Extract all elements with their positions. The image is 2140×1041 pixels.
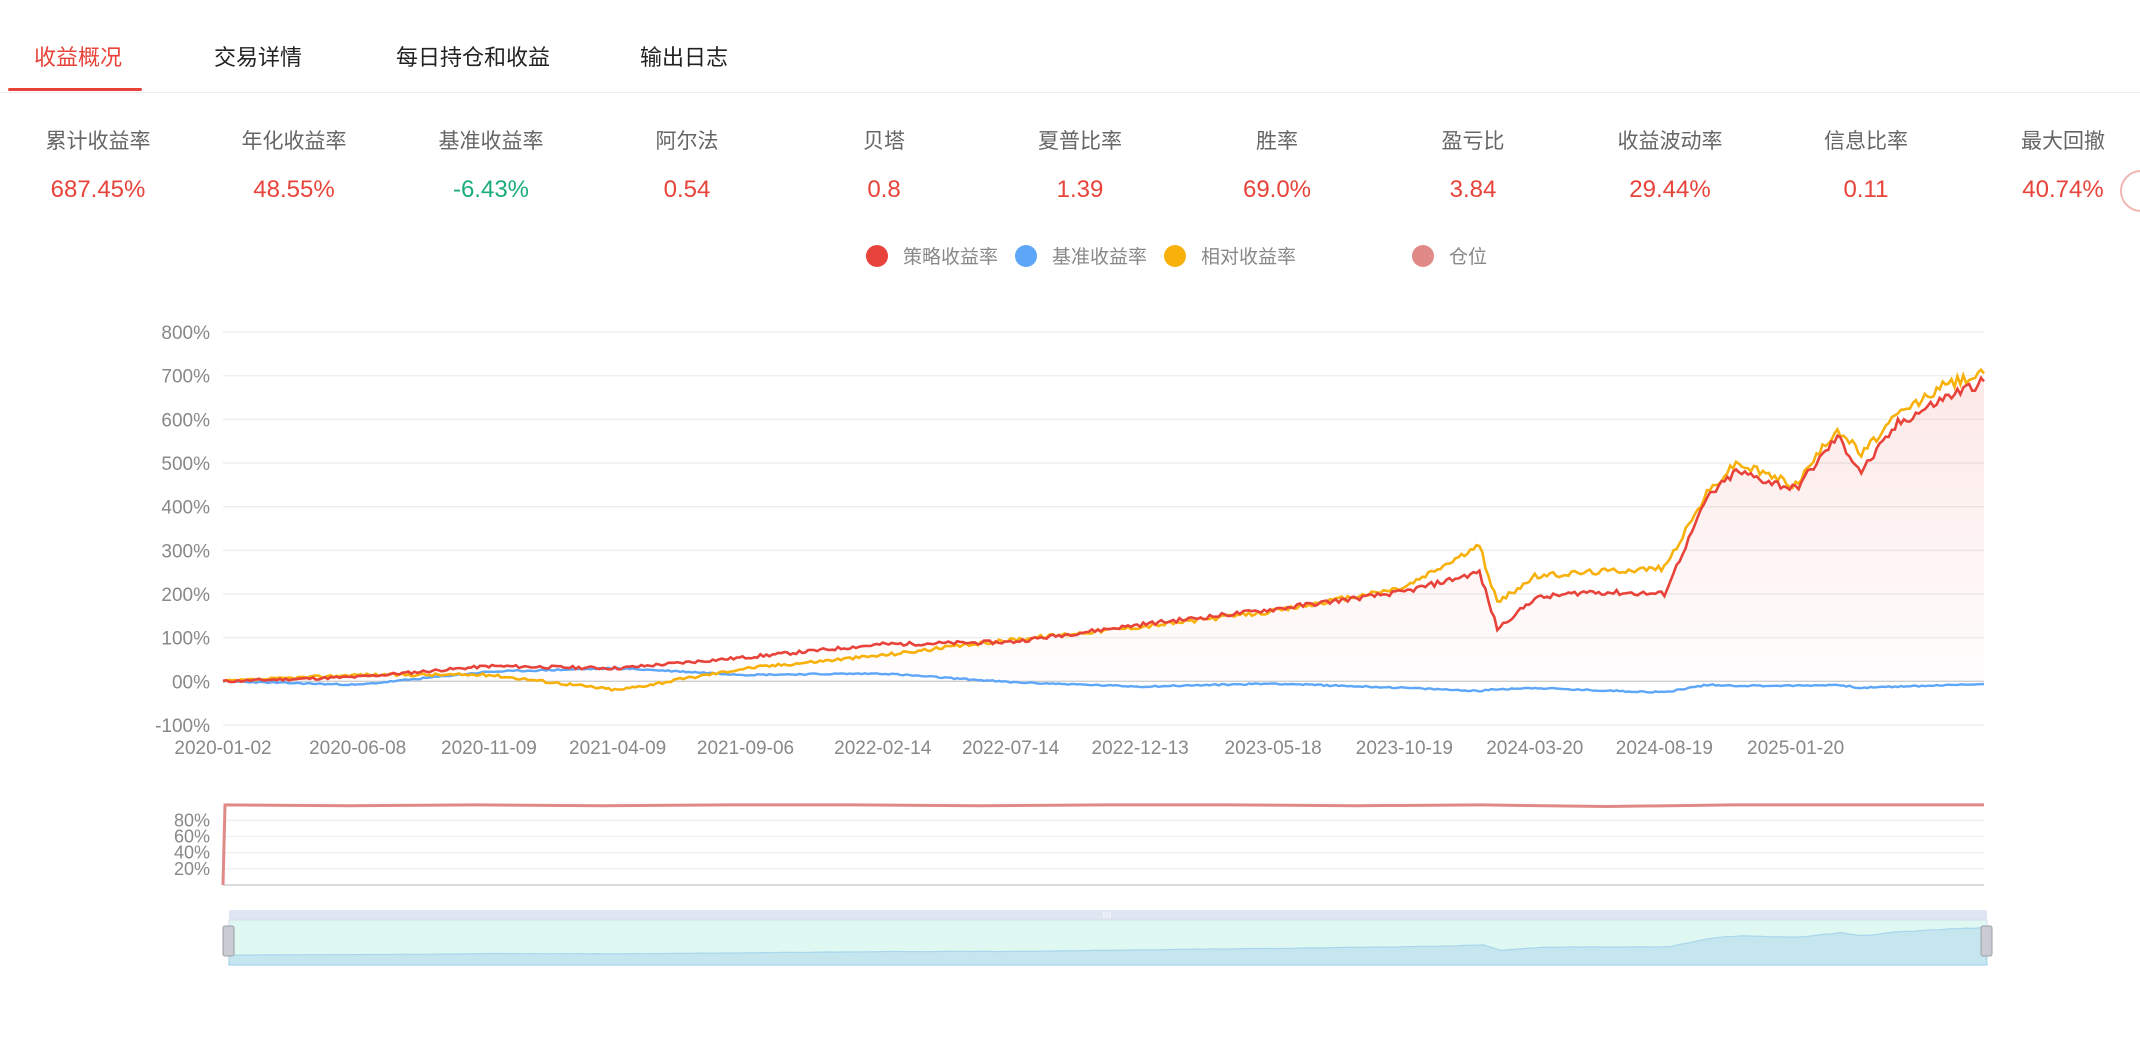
- y-tick-label: 100%: [161, 629, 210, 650]
- zoom-slider-top-bar: [229, 910, 1987, 920]
- x-tick-label: 2021-09-06: [697, 738, 794, 759]
- x-tick-label: 2020-11-09: [441, 738, 537, 759]
- y-tick-label: 700%: [161, 367, 210, 388]
- y-tick-label: 00%: [172, 672, 210, 693]
- x-tick-label: 2025-01-20: [1747, 738, 1844, 759]
- zoom-handle-right[interactable]: [1980, 925, 1993, 957]
- x-tick-label: 2020-06-08: [309, 738, 406, 759]
- x-tick-label: 2021-04-09: [569, 738, 666, 759]
- x-tick-label: 2022-12-13: [1092, 738, 1189, 759]
- strategy-area: [223, 377, 1984, 683]
- x-tick-label: 2020-01-02: [174, 738, 271, 759]
- returns-chart: 800% 700% 600% 500% 400% 300% 200% 100% 00% -100%…: [155, 323, 1993, 966]
- series-line-position: [221, 803, 1984, 886]
- y-tick-label: 600%: [161, 410, 210, 431]
- x-tick-label: 2024-08-19: [1616, 738, 1713, 759]
- zoom-handle-left[interactable]: [222, 925, 235, 957]
- y-tick-label: 500%: [161, 454, 210, 475]
- y-tick-label: 200%: [161, 585, 210, 606]
- x-tick-label: 2024-03-20: [1486, 738, 1583, 759]
- y-tick-label: 400%: [161, 498, 210, 519]
- y-tick-label: -100%: [155, 716, 210, 737]
- y-tick-label: 800%: [161, 323, 210, 344]
- x-tick-label: 2023-05-18: [1225, 738, 1322, 759]
- y-tick-label: 20%: [174, 859, 210, 879]
- x-tick-label: 2022-07-14: [962, 738, 1060, 759]
- y-tick-label: 300%: [161, 541, 210, 562]
- x-tick-label: 2023-10-19: [1356, 738, 1453, 759]
- x-tick-label: 2022-02-14: [834, 738, 932, 759]
